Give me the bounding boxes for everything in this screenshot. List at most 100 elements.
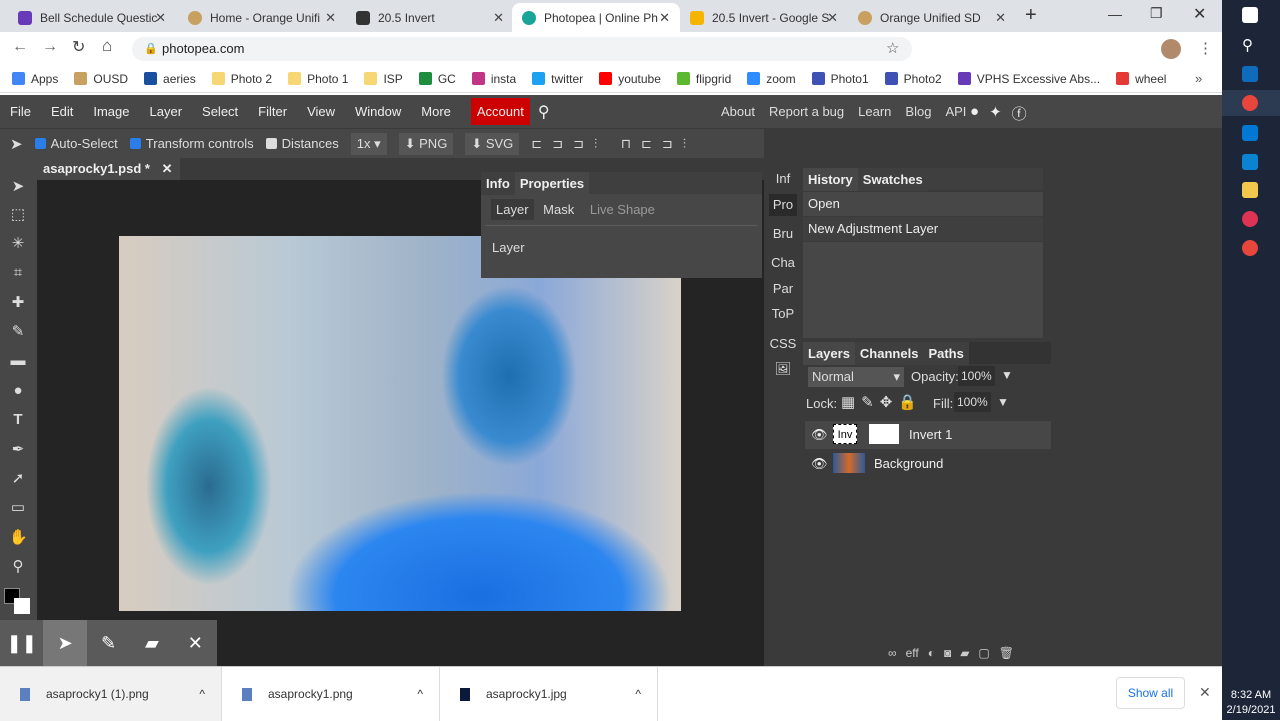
menu-link[interactable]: API xyxy=(945,104,966,119)
panel-button-par[interactable]: Par xyxy=(769,278,797,300)
image-panel-icon[interactable]: 🖼 xyxy=(769,358,797,380)
close-tab-icon[interactable]: ✕ xyxy=(155,10,166,26)
subtab-live-shape[interactable]: Live Shape xyxy=(590,202,655,217)
show-all-button[interactable]: Show all xyxy=(1116,677,1185,709)
type-tool-icon[interactable]: T xyxy=(9,411,27,429)
menu-filter[interactable]: Filter xyxy=(258,104,287,119)
bookmark-item[interactable]: Apps xyxy=(12,72,58,86)
highlighter-icon[interactable]: ▰ xyxy=(130,633,173,654)
folder-icon[interactable]: ▰ xyxy=(960,646,969,660)
distances-checkbox[interactable]: Distances xyxy=(265,136,339,151)
pause-icon[interactable]: ❚❚ xyxy=(0,633,43,654)
healing-icon[interactable]: ✚ xyxy=(9,294,27,312)
adjustment-icon[interactable]: ◐ xyxy=(928,646,935,660)
outlook-icon[interactable] xyxy=(1242,66,1258,82)
twitter-icon[interactable]: ✦ xyxy=(989,103,1002,124)
search-icon[interactable]: ⚲ xyxy=(538,102,550,122)
menu-edit[interactable]: Edit xyxy=(51,104,73,119)
panel-button-bru[interactable]: Bru xyxy=(769,223,797,245)
opacity-dropdown-icon[interactable]: ▼ xyxy=(1001,368,1013,382)
account-button[interactable]: Account xyxy=(470,98,530,125)
pen-tool-icon[interactable]: ✒ xyxy=(9,441,27,459)
restore-button[interactable]: ❐ xyxy=(1150,5,1163,22)
tab-orange-unified[interactable]: Orange Unified SD ✕ xyxy=(848,3,1016,32)
lock-icons[interactable]: ▦✎✥🔒 xyxy=(841,393,923,411)
bookmark-item[interactable]: twitter xyxy=(532,72,583,86)
brush-icon[interactable]: ✎ xyxy=(9,323,27,341)
close-tab-icon[interactable]: ✕ xyxy=(827,10,838,26)
facebook-icon[interactable]: ⓕ xyxy=(1012,103,1027,124)
shape-tool-icon[interactable]: ▭ xyxy=(9,499,27,517)
star-icon[interactable]: ☆ xyxy=(886,39,899,57)
menu-link[interactable]: Blog xyxy=(905,104,931,119)
reddit-icon[interactable]: ● xyxy=(970,103,979,124)
blend-mode-dropdown[interactable]: Normal ▾ xyxy=(808,367,904,387)
background-color[interactable] xyxy=(14,598,30,614)
menu-icon[interactable]: ⋮ xyxy=(1198,39,1213,57)
auto-select-checkbox[interactable]: Auto-Select xyxy=(34,136,118,151)
panel-button-cha[interactable]: Cha xyxy=(769,252,797,274)
tab-swatches[interactable]: Swatches xyxy=(857,168,928,191)
move-tool-icon[interactable]: ➤ xyxy=(9,178,27,196)
gradient-icon[interactable]: ▬ xyxy=(9,352,27,370)
tab-channels[interactable]: Channels xyxy=(854,342,924,365)
history-item[interactable]: Open xyxy=(803,192,1043,216)
menu-file[interactable]: File xyxy=(10,104,31,119)
search-icon[interactable]: ⚲ xyxy=(1242,36,1258,54)
panel-button-inf[interactable]: Inf xyxy=(769,168,797,190)
bookmark-item[interactable]: wheel xyxy=(1116,72,1166,86)
bookmark-item[interactable]: insta xyxy=(471,72,516,86)
path-select-icon[interactable]: ➚ xyxy=(9,470,27,488)
bookmark-item[interactable]: Photo1 xyxy=(811,72,869,86)
menu-more[interactable]: More xyxy=(421,104,451,119)
scale-dropdown[interactable]: 1x ▾ xyxy=(350,132,387,155)
close-window-button[interactable]: ✕ xyxy=(1193,4,1206,24)
menu-layer[interactable]: Layer xyxy=(150,104,183,119)
menu-window[interactable]: Window xyxy=(355,104,401,119)
download-item[interactable]: asaprocky1.jpg ^ xyxy=(440,667,658,721)
align-icons[interactable]: ⊏⊐⊐⫶ ⊓⊏⊐⫶ xyxy=(531,136,696,152)
blur-icon[interactable]: ● xyxy=(9,382,27,400)
reload-icon[interactable]: ↻ xyxy=(72,37,85,57)
fill-dropdown-icon[interactable]: ▼ xyxy=(997,395,1009,409)
opacity-input[interactable]: 100% xyxy=(958,366,995,386)
new-tab-button[interactable]: + xyxy=(1025,4,1037,27)
close-downloads-button[interactable]: ✕ xyxy=(1199,684,1211,701)
profile-avatar[interactable] xyxy=(1161,39,1181,59)
export-svg-button[interactable]: ⬇ SVG xyxy=(465,132,520,155)
subtab-layer[interactable]: Layer xyxy=(491,199,534,220)
forward-icon[interactable]: → xyxy=(42,38,58,56)
tab-paths[interactable]: Paths xyxy=(923,342,969,365)
link-icon[interactable]: ∞ xyxy=(888,646,897,660)
menu-link[interactable]: Learn xyxy=(858,104,891,119)
tab-layers[interactable]: Layers xyxy=(803,342,855,365)
panel-button-css[interactable]: CSS xyxy=(769,333,797,355)
tab-google-slides[interactable]: 20.5 Invert - Google S ✕ xyxy=(680,3,848,32)
panel-button-pro[interactable]: Pro xyxy=(769,194,797,216)
tab-home-orange[interactable]: Home - Orange Unifi ✕ xyxy=(178,3,346,32)
pointer-icon[interactable]: ➤ xyxy=(43,620,87,666)
close-tab-icon[interactable]: ✕ xyxy=(995,10,1006,26)
close-tab-icon[interactable]: ✕ xyxy=(659,10,670,26)
panel-button-top[interactable]: ToP xyxy=(769,303,797,325)
file-explorer-icon[interactable] xyxy=(1242,182,1258,198)
bookmark-item[interactable]: GC xyxy=(418,72,456,86)
menu-link[interactable]: Report a bug xyxy=(769,104,844,119)
export-png-button[interactable]: ⬇ PNG xyxy=(398,132,454,155)
tab-photopea[interactable]: Photopea | Online Ph ✕ xyxy=(512,3,680,32)
download-item[interactable]: asaprocky1.png ^ xyxy=(222,667,440,721)
subtab-mask[interactable]: Mask xyxy=(543,202,574,217)
back-icon[interactable]: ← xyxy=(12,38,28,56)
bookmark-item[interactable]: flipgrid xyxy=(676,72,731,86)
bookmark-item[interactable]: Photo 2 xyxy=(211,72,272,86)
bookmark-item[interactable]: zoom xyxy=(747,72,796,86)
trash-icon[interactable]: 🗑 xyxy=(999,646,1014,660)
marquee-tool-icon[interactable]: ⬚ xyxy=(9,206,27,224)
close-tab-icon[interactable]: ✕ xyxy=(325,10,336,26)
pen-icon[interactable]: ✎ xyxy=(87,633,130,654)
layer-background[interactable]: 👁 Background xyxy=(805,450,1043,478)
document-tab[interactable]: asaprocky1.psd * ✕ xyxy=(37,158,181,180)
menu-link[interactable]: About xyxy=(721,104,755,119)
store-icon[interactable] xyxy=(1242,125,1258,141)
tab-bell-schedule[interactable]: Bell Schedule Questic ✕ xyxy=(8,3,176,32)
